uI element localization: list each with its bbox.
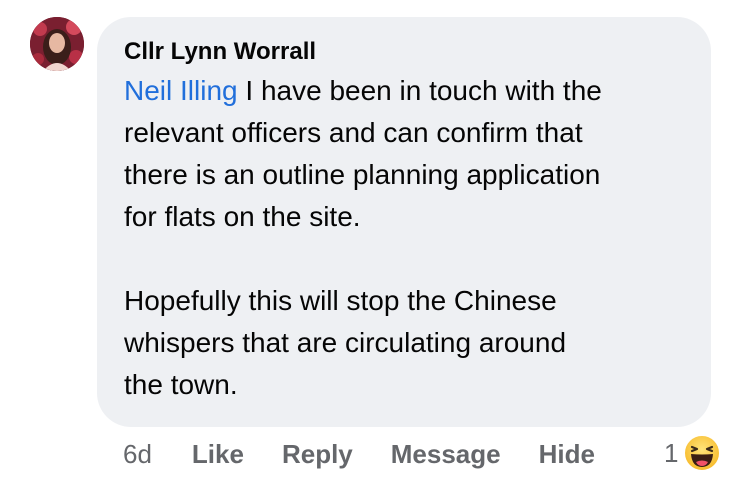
- comment-body: Neil Illing I have been in touch with th…: [124, 70, 687, 406]
- comment-paragraph-2: Hopefully this will stop the Chinese whis…: [124, 280, 687, 406]
- comment-line: for flats on the site.: [124, 201, 361, 232]
- reply-button[interactable]: Reply: [282, 439, 353, 470]
- comment-author[interactable]: Cllr Lynn Worrall: [124, 37, 687, 67]
- hide-button[interactable]: Hide: [539, 439, 595, 470]
- comment-line: there is an outline planning application: [124, 159, 601, 190]
- like-button[interactable]: Like: [192, 439, 244, 470]
- reaction-summary[interactable]: 1: [664, 431, 722, 475]
- comment-line: relevant officers and can confirm that: [124, 117, 583, 148]
- comment-timestamp[interactable]: 6d: [123, 439, 152, 470]
- comment-line: I have been in touch with the: [237, 75, 602, 106]
- message-button[interactable]: Message: [391, 439, 501, 470]
- comment-line: Hopefully this will stop the Chinese: [124, 285, 557, 316]
- comment-line: the town.: [124, 369, 238, 400]
- laughing-emoji-icon: [683, 434, 722, 472]
- comment-actions: 6d Like Reply Message Hide: [123, 436, 633, 472]
- avatar-photo: [30, 17, 84, 71]
- comment-paragraph-1: Neil Illing I have been in touch with th…: [124, 70, 687, 238]
- avatar[interactable]: [30, 17, 84, 71]
- comment-line: whispers that are circulating around: [124, 327, 567, 358]
- reaction-count: 1: [664, 437, 679, 468]
- comment-bubble: Cllr Lynn Worrall Neil Illing I have bee…: [97, 17, 711, 427]
- mention-link[interactable]: Neil Illing: [124, 75, 238, 106]
